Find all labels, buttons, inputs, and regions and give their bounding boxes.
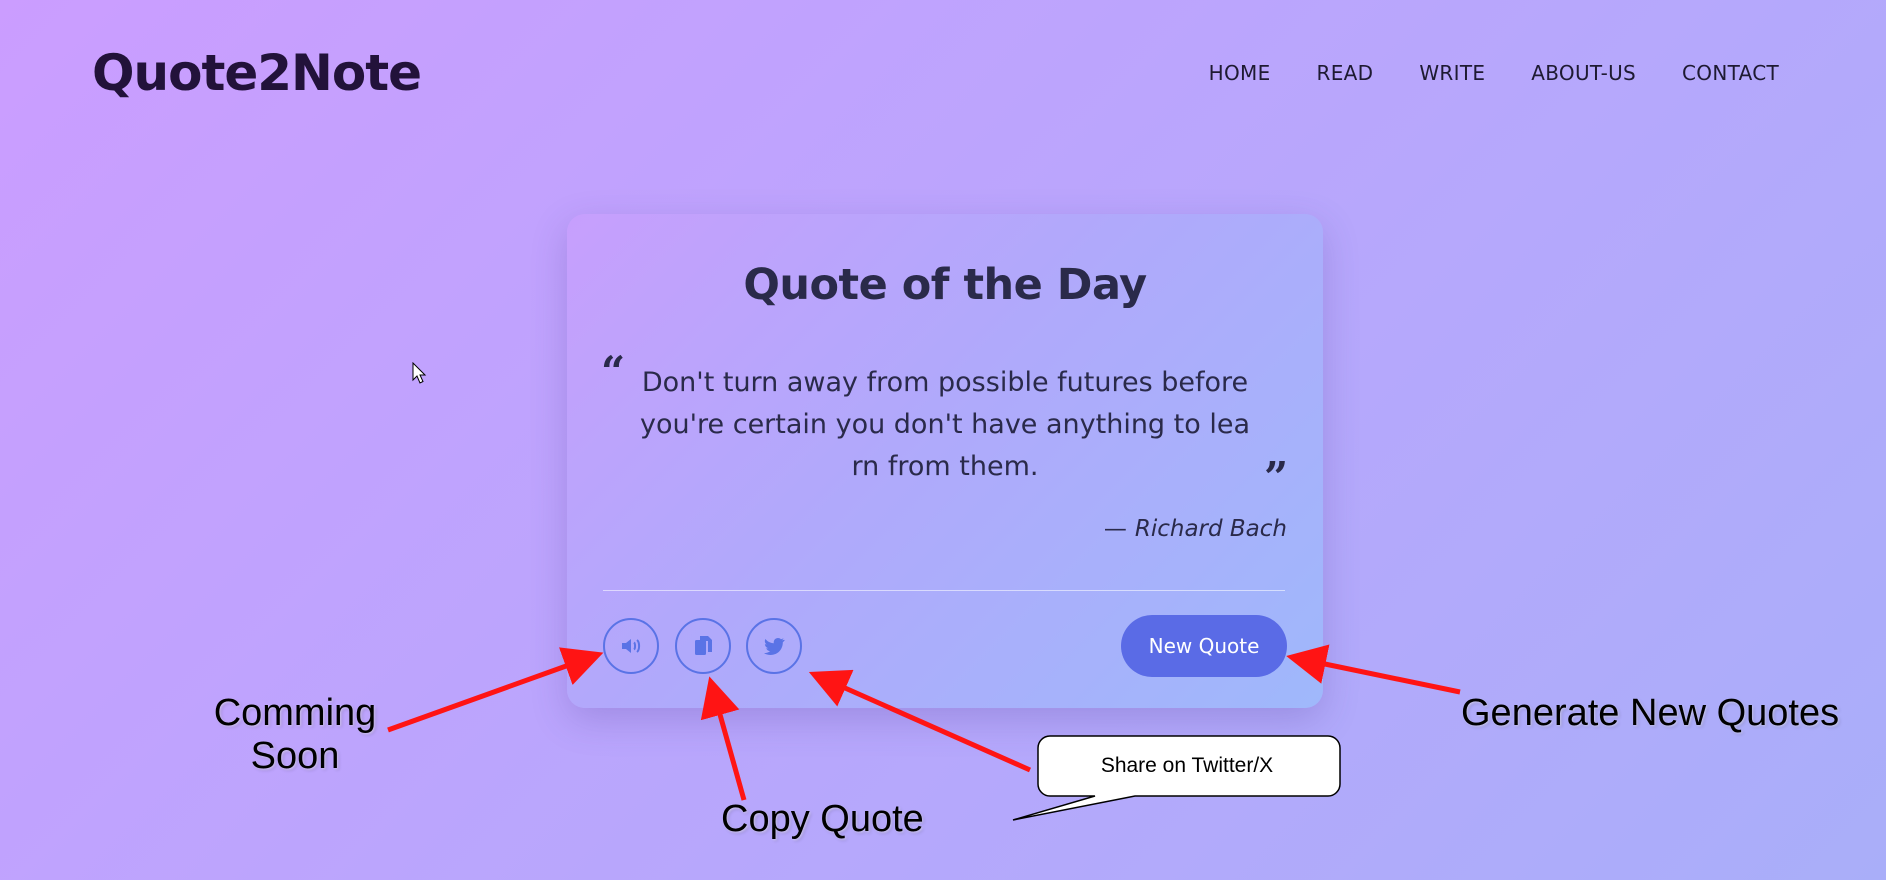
- nav-read[interactable]: READ: [1317, 61, 1374, 85]
- card-divider: [603, 590, 1285, 591]
- author-dash: —: [1103, 516, 1127, 542]
- annotation-generate: Generate New Quotes: [1461, 692, 1840, 734]
- brand-logo[interactable]: Quote2Note: [92, 44, 422, 102]
- new-quote-button[interactable]: New Quote: [1121, 615, 1287, 677]
- copy-icon: [695, 636, 712, 655]
- annotation-coming-soon-line2: Soon: [250, 735, 340, 777]
- quote-line: you're certain you don't have anything t…: [639, 409, 1251, 440]
- nav-contact[interactable]: CONTACT: [1682, 61, 1779, 85]
- quote-card: Quote of the Day “ Don't turn away from …: [567, 214, 1323, 708]
- nav-write[interactable]: WRITE: [1419, 61, 1485, 85]
- share-callout-text: Share on Twitter/X: [1100, 754, 1274, 777]
- copy-button[interactable]: [675, 618, 731, 674]
- open-quote-icon: “: [601, 347, 626, 396]
- tweet-button[interactable]: [746, 618, 802, 674]
- author-name: Richard Bach: [1134, 516, 1287, 542]
- card-title: Quote of the Day: [743, 260, 1147, 310]
- twitter-icon: [764, 637, 785, 655]
- quote-line: Don't turn away from possible futures be…: [641, 367, 1249, 398]
- annotation-coming-soon: Comming Soon: [212, 692, 378, 778]
- speaker-icon: [622, 639, 641, 653]
- main-nav: HOME READ WRITE ABOUT-US CONTACT: [1209, 61, 1779, 85]
- speak-button[interactable]: [603, 618, 659, 674]
- annotation-copy-quote: Copy Quote: [721, 798, 924, 840]
- quote-author: — Richard Bach: [1104, 516, 1287, 542]
- nav-home[interactable]: HOME: [1209, 61, 1271, 85]
- close-quote-icon: ”: [1264, 453, 1289, 502]
- quote-text: Don't turn away from possible futures be…: [639, 362, 1251, 488]
- nav-about-us[interactable]: ABOUT-US: [1531, 61, 1636, 85]
- mouse-cursor-icon: [412, 362, 427, 384]
- arrow-to-speak: [387, 647, 604, 733]
- annotation-coming-soon-line1: Comming: [213, 692, 377, 734]
- quote-line: rn from them.: [851, 451, 1039, 482]
